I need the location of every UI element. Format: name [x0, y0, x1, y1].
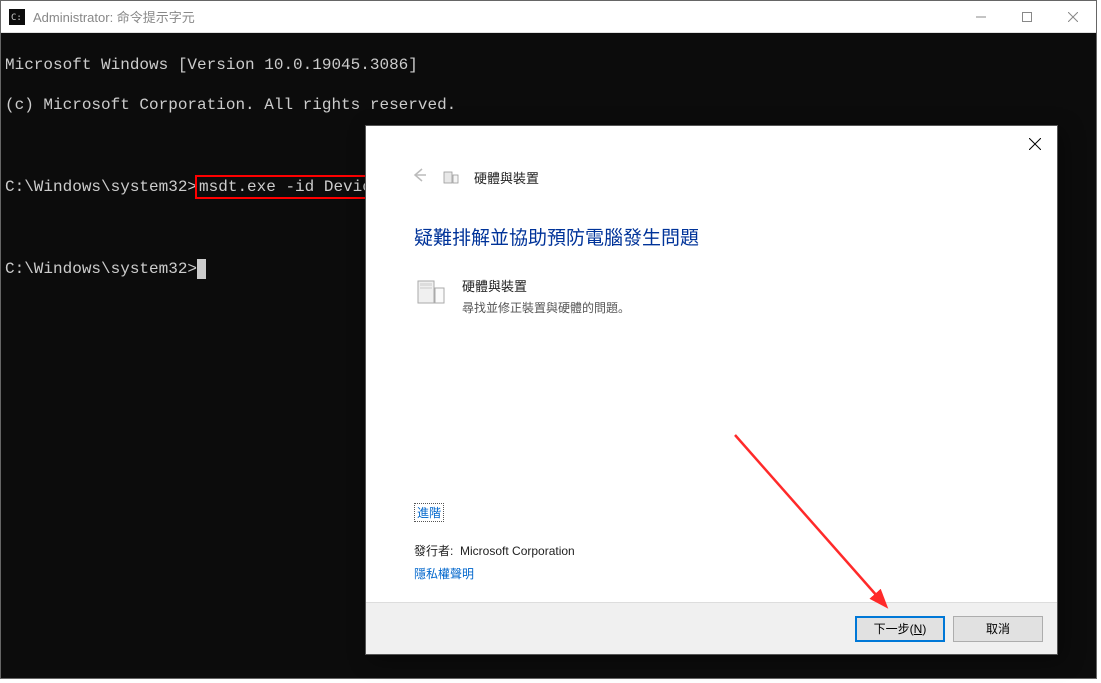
cmd-line-copyright: (c) Microsoft Corporation. All rights re…: [5, 95, 1096, 115]
back-arrow-icon: [410, 166, 428, 189]
cmd-title: Administrator: 命令提示字元: [33, 7, 958, 26]
dialog-header-title: 硬體與裝置: [474, 168, 539, 187]
window-controls: [958, 1, 1096, 32]
dialog-close-button[interactable]: [1025, 134, 1045, 154]
dialog-footer: 下一步(N) 取消: [366, 602, 1057, 654]
dialog-content: 疑難排解並協助預防電腦發生問題 硬體與裝置 尋找並修正裝置與硬體的問題。 進階 …: [366, 203, 1057, 602]
publisher-value: Microsoft Corporation: [460, 544, 575, 558]
minimize-button[interactable]: [958, 1, 1004, 32]
dialog-top-bar: [366, 126, 1057, 166]
close-button[interactable]: [1050, 1, 1096, 32]
cmd-titlebar[interactable]: C: Administrator: 命令提示字元: [1, 1, 1096, 33]
privacy-link[interactable]: 隱私權聲明: [414, 565, 474, 582]
troubleshooter-dialog: 硬體與裝置 疑難排解並協助預防電腦發生問題 硬體與裝置 尋找並修正裝置與硬體的問…: [365, 125, 1058, 655]
hardware-icon: [442, 169, 460, 187]
svg-text:C:: C:: [11, 13, 22, 23]
item-description: 尋找並修正裝置與硬體的問題。: [462, 299, 630, 316]
device-icon: [414, 276, 448, 310]
cmd-app-icon: C:: [9, 9, 25, 25]
cmd-line-version: Microsoft Windows [Version 10.0.19045.30…: [5, 55, 1096, 75]
cancel-button[interactable]: 取消: [953, 616, 1043, 642]
cursor: [197, 259, 206, 279]
item-title: 硬體與裝置: [462, 276, 630, 295]
advanced-link[interactable]: 進階: [414, 503, 444, 522]
publisher-label: 發行者: Microsoft Corporation: [414, 542, 1009, 559]
dialog-heading: 疑難排解並協助預防電腦發生問題: [414, 223, 1009, 250]
dialog-header: 硬體與裝置: [366, 166, 1057, 203]
troubleshooter-item: 硬體與裝置 尋找並修正裝置與硬體的問題。: [414, 276, 1009, 316]
maximize-button[interactable]: [1004, 1, 1050, 32]
next-button[interactable]: 下一步(N): [855, 616, 945, 642]
